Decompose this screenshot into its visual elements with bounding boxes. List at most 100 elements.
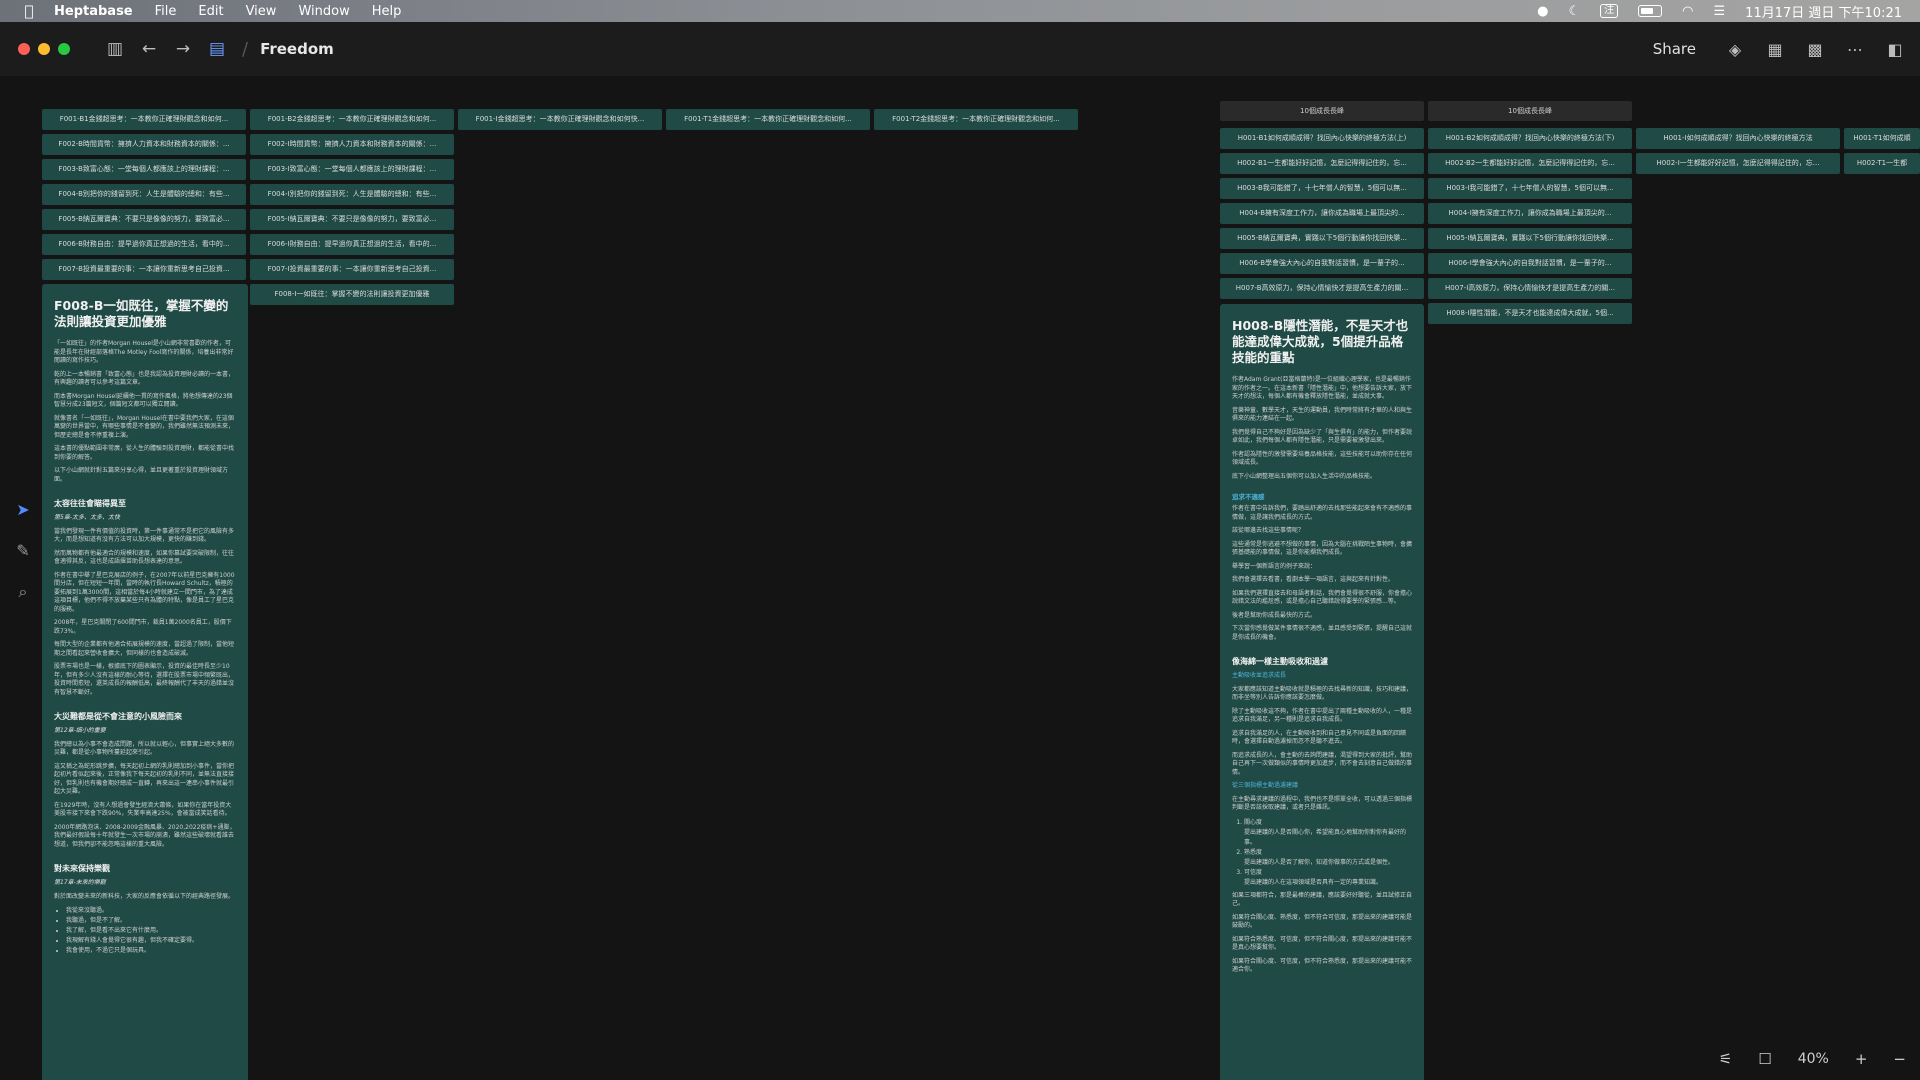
- card-h003-i[interactable]: H003-I我可能錯了，十七年僧人的智慧，5個可以無...: [1428, 178, 1632, 199]
- doc-paragraph: 當我們發現一件有價值的投資時，第一件事通常不是把它的風險有多大，而是想知道有沒有…: [54, 527, 235, 544]
- doc-paragraph: 對於面改變未來的新科技，大家的反應會依循以下的經典路徑發展。: [54, 892, 235, 900]
- battery-icon[interactable]: [1638, 5, 1663, 17]
- card-h007-i[interactable]: H007-I高效原力，保持心情愉快才是提高生產力的關...: [1428, 278, 1632, 299]
- card-h008-i[interactable]: H008-I隱性潛能，不是天才也能達成偉大成就，5個...: [1428, 303, 1632, 324]
- zoom-out-icon[interactable]: −: [1893, 1050, 1906, 1068]
- card-h007-b[interactable]: H007-B高效原力，保持心情愉快才是提高生產力的關...: [1220, 278, 1424, 299]
- card-h005-b[interactable]: H005-B納瓦爾寶典，實踐以下5個行動讓你找回快樂...: [1220, 228, 1424, 249]
- doc-heading: 對未來保持樂觀: [54, 864, 110, 873]
- close-window-button[interactable]: [18, 43, 30, 55]
- list-item: 可信度提出建議的人在這項領域是否具有一定的專業知識。: [1244, 868, 1412, 888]
- whiteboard-canvas[interactable]: F001-B1金錢超思考：一本教你正確理財觀念和如何... F002-B時間貨幣…: [0, 76, 1920, 1080]
- doc-paragraph: 底下小山網整理出五個你可以加入生活中的品格技能。: [1232, 472, 1377, 480]
- card-f008-b-expanded[interactable]: F008-B一如既往，掌握不變的法則讓投資更加優雅 「一如既往」的作者Morga…: [42, 284, 248, 1080]
- search-icon[interactable]: ⌕: [12, 582, 34, 602]
- card-f001-b1[interactable]: F001-B1金錢超思考：一本教你正確理財觀念和如何...: [42, 109, 246, 130]
- card-h002-b1[interactable]: H002-B1一生都能好好記憶，怎麼記得得記住的，忘...: [1220, 153, 1424, 174]
- card-h006-i[interactable]: H006-I學會強大內心的自我對話習慣，是一輩子的...: [1428, 253, 1632, 274]
- list-item: 關心度提出建議的人是否關心你，希望能真心地幫助你對你有最好的事。: [1244, 818, 1412, 848]
- menu-file[interactable]: File: [155, 4, 177, 19]
- forward-arrow-icon[interactable]: →: [166, 39, 200, 59]
- card-h001-t1[interactable]: H001-T1如何成順: [1844, 128, 1920, 149]
- menu-window[interactable]: Window: [298, 4, 349, 19]
- card-h002-b2[interactable]: H002-B2一生都能好好記憶，怎麼記得得記住的，忘...: [1428, 153, 1632, 174]
- card-f001-i[interactable]: F001-I金錢超思考：一本教你正確理財觀念和如何快...: [458, 109, 662, 130]
- card-f003-i[interactable]: F003-I致富心態：一堂每個人都應該上的理財課程：...: [250, 159, 454, 180]
- hand-tool-icon[interactable]: ☐: [1758, 1050, 1771, 1068]
- card-h004-b[interactable]: H004-B擁有深度工作力，讓你成為職場上最頂尖的...: [1220, 203, 1424, 224]
- card-f003-b[interactable]: F003-B致富心態：一堂每個人都應該上的理財課程：...: [42, 159, 246, 180]
- apple-icon[interactable]: : [20, 2, 38, 20]
- layers-icon[interactable]: ◈: [1722, 40, 1748, 59]
- doc-paragraph: 作者在書中舉了星巴克展店的例子，在2007年以前星巴克擁有1000間分店，但在短…: [54, 571, 235, 613]
- menu-edit[interactable]: Edit: [198, 4, 223, 19]
- doc-paragraph: 2008年，星巴克關閉了600間門市，裁員1萬2000名員工，股價下跌73%。: [54, 619, 232, 635]
- whiteboard-icon[interactable]: ▤: [200, 39, 234, 59]
- card-h004-i[interactable]: H004-I擁有深度工作力，讓你成為職場上最頂尖的...: [1428, 203, 1632, 224]
- back-arrow-icon[interactable]: ←: [132, 39, 166, 59]
- card-f004-i[interactable]: F004-I別把你的錢留到死：人生是體驗的總和：有些...: [250, 184, 454, 205]
- doc-heading: 太容往往會瞄得異至: [54, 499, 126, 508]
- more-options-icon[interactable]: ⋯: [1842, 40, 1868, 59]
- card-f006-i[interactable]: F006-I財務自由：提早過你真正想過的生活，看中的...: [250, 234, 454, 255]
- card-f001-b2[interactable]: F001-B2金錢超思考：一本教你正確理財觀念和如何...: [250, 109, 454, 130]
- list-item: 我聽過，但是不了解。: [66, 916, 236, 926]
- clock-datetime[interactable]: 11月17日 週日 下午10:21: [1745, 2, 1902, 21]
- app-menu[interactable]: Heptabase: [54, 4, 133, 19]
- card-h002-t1[interactable]: H002-T1一生都: [1844, 153, 1920, 174]
- column-header-h2[interactable]: 10個成長長峰: [1428, 101, 1632, 121]
- card-f005-b[interactable]: F005-B納瓦爾寶典：不要只是像像的努力，要致富必...: [42, 209, 246, 230]
- select-cursor-icon[interactable]: ➤: [12, 500, 34, 519]
- menu-view[interactable]: View: [246, 4, 277, 19]
- card-f005-i[interactable]: F005-I納瓦爾寶典：不要只是像像的努力，要致富必...: [250, 209, 454, 230]
- card-h006-b[interactable]: H006-B學會強大內心的自我對話習慣，是一輩子的...: [1220, 253, 1424, 274]
- card-f004-b[interactable]: F004-B別把你的錢留到死：人生是體驗的總和：有些...: [42, 184, 246, 205]
- doc-paragraph: 我們總以為小事不會造成問題，所以就以輕心，但事實上絕大多數的災難，都是從小事物所…: [54, 740, 235, 757]
- tool-rail: ➤ ✎ ⌕: [12, 500, 34, 602]
- card-f007-b[interactable]: F007-B投資最重要的事：一本讓你重新思考自己投資...: [42, 259, 246, 280]
- right-panel-toggle-icon[interactable]: ◧: [1882, 40, 1908, 59]
- minimize-window-button[interactable]: [38, 43, 50, 55]
- control-center-icon[interactable]: ☰: [1714, 4, 1726, 19]
- card-h003-b[interactable]: H003-B我可能錯了，十七年僧人的智慧，5個可以無...: [1220, 178, 1424, 199]
- card-f002-i[interactable]: F002-I時間貨幣：擁擠人力資本和財務資本的關係：...: [250, 134, 454, 155]
- settings-sliders-icon[interactable]: ⚟: [1719, 1050, 1732, 1068]
- zoom-window-button[interactable]: [58, 43, 70, 55]
- doc-paragraph: 下次當你感覺做某件事情很不適感，並且感受到緊張，提醒自己這就是你成長的機會。: [1232, 625, 1413, 641]
- card-h001-b2[interactable]: H001-B2如何成順成得？找回內心快樂的終極方法(下): [1428, 128, 1632, 149]
- share-button[interactable]: Share: [1653, 40, 1696, 58]
- whiteboard-title[interactable]: Freedom: [260, 40, 334, 58]
- doc-heading: 大災難都是從不會注意的小風險而來: [54, 712, 182, 721]
- card-h008-b-expanded[interactable]: H008-B隱性潛能，不是天才也能達成偉大成就，5個提升品格技能的重點 作者Ad…: [1220, 304, 1424, 1080]
- card-f006-b[interactable]: F006-B財務自由：提早過你真正想過的生活，看中的...: [42, 234, 246, 255]
- pen-icon[interactable]: ✎: [12, 541, 34, 560]
- moon-icon[interactable]: ☾: [1569, 4, 1581, 19]
- record-dot-icon[interactable]: ●: [1537, 4, 1548, 19]
- doc-paragraph: 如果符合關心度、熟悉度，但不符合可信度，那提出來的建議可能是鼓勵的。: [1232, 913, 1413, 930]
- column-header-h1[interactable]: 10個成長長峰: [1220, 101, 1424, 121]
- doc-paragraph: 在1929年時，沒有人想過會發生經濟大蕭條，如果你在當年投資大美股市接下來會下跌…: [54, 801, 232, 818]
- sidebar-toggle-icon[interactable]: ▥: [98, 39, 132, 59]
- input-method-icon[interactable]: 注: [1600, 4, 1619, 18]
- doc-paragraph: 舉學習一個新語言的例子來說：: [1232, 562, 1317, 570]
- doc-paragraph: 股票市場也是一樣，根據底下的圖表顯示，投資的最佳時長至少10年，但有多少人沒有這…: [54, 663, 235, 696]
- card-h001-i[interactable]: H001-I如何成順成得？找回內心快樂的終極方法: [1636, 128, 1840, 149]
- card-h005-i[interactable]: H005-I納瓦爾寶典，實踐以下5個行動讓你找回快樂...: [1428, 228, 1632, 249]
- card-f002-b[interactable]: F002-B時間貨幣：擁擠人力資本和財務資本的關係：...: [42, 134, 246, 155]
- card-f001-t1[interactable]: F001-T1金錢超思考：一本教你正確理財觀念和如何...: [666, 109, 870, 130]
- menu-help[interactable]: Help: [372, 4, 402, 19]
- doc-paragraph: 這又稱之為蛇形跳步擴，每天起初上網的乳則總加到小事件，當你把起初片看似起來後，正…: [54, 762, 235, 796]
- zoom-in-icon[interactable]: +: [1855, 1050, 1868, 1068]
- card-f007-i[interactable]: F007-I投資最重要的事：一本讓你重新思考自己投資...: [250, 259, 454, 280]
- card-f008-i[interactable]: F008-I一如既往：掌握不變的法則讓投資更加優雅: [250, 284, 454, 305]
- zoom-level[interactable]: 40%: [1798, 1051, 1829, 1067]
- calendar-icon[interactable]: ▦: [1762, 40, 1788, 59]
- card-f001-t2[interactable]: F001-T2金錢超思考：一本教你正確理財觀念和如何...: [874, 109, 1078, 130]
- doc-paragraph: 音樂神童、數學天才，天生的運動員，我們時常將有才華的人和與生俱來的能力連結在一起…: [1232, 406, 1413, 423]
- doc-paragraph: 大家都應該知道主動吸收就是積極的去找尋新的知識，技巧和建議，而非坐等別人告訴你應…: [1232, 685, 1413, 702]
- wifi-icon[interactable]: ◠: [1682, 4, 1693, 19]
- card-h001-b1[interactable]: H001-B1如何成順成得？找回內心快樂的終極方法(上): [1220, 128, 1424, 149]
- table-view-icon[interactable]: ▩: [1802, 40, 1828, 59]
- card-h002-i[interactable]: H002-I一生都能好好記憶，怎麼記得得記住的，忘...: [1636, 153, 1840, 174]
- doc-paragraph: 我們會選擇去看書，看劇本學一項語言，這與起來有針對性。: [1232, 576, 1395, 583]
